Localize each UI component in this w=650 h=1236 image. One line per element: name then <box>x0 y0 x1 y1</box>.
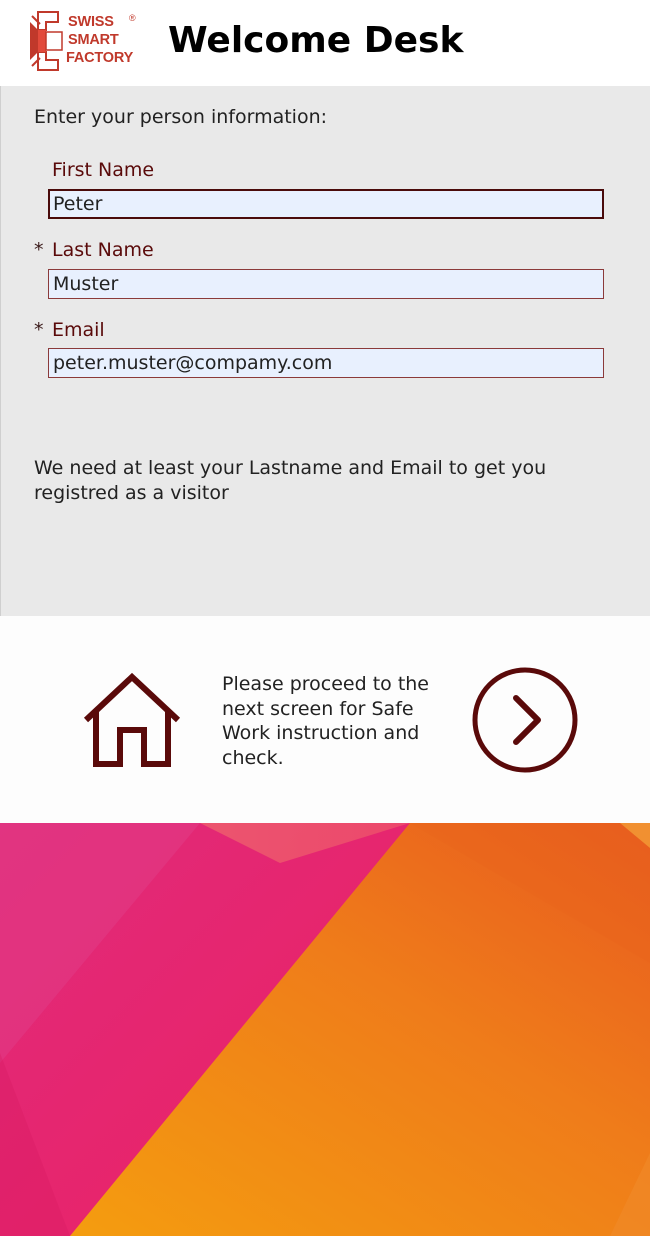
home-button[interactable] <box>80 672 184 770</box>
email-input[interactable] <box>48 348 604 378</box>
logo-line-1: SWISS <box>68 14 114 30</box>
last-name-input[interactable] <box>48 269 604 299</box>
decorative-gradient-background <box>0 823 650 1236</box>
welcome-desk-screen: SWISS SMART FACTORY ® Welcome Desk Enter… <box>0 0 650 1236</box>
last-name-label: Last Name <box>52 239 154 261</box>
first-name-label: First Name <box>52 159 155 181</box>
registration-hint-text: We need at least your Lastname and Email… <box>34 457 547 504</box>
form-intro-text: Enter your person information: <box>34 106 328 128</box>
navigation-panel: Please proceed to the next screen for Sa… <box>0 616 650 823</box>
app-header: SWISS SMART FACTORY ® Welcome Desk <box>0 0 650 86</box>
next-screen-button[interactable] <box>468 664 582 776</box>
logo-line-3: FACTORY <box>66 50 134 66</box>
first-name-input[interactable] <box>48 189 604 219</box>
page-title: Welcome Desk <box>168 20 464 61</box>
registered-mark: ® <box>129 13 136 23</box>
logo-line-2: SMART <box>68 32 119 48</box>
logo-wordmark: SWISS SMART FACTORY <box>66 13 134 67</box>
home-icon <box>83 672 181 767</box>
swiss-smart-factory-logo: SWISS SMART FACTORY ® <box>28 8 143 74</box>
email-required-mark: * <box>34 319 44 341</box>
proceed-instruction-text: Please proceed to the next screen for Sa… <box>222 673 429 769</box>
abstract-shapes-graphic <box>0 823 650 1236</box>
last-name-required-mark: * <box>34 239 44 261</box>
email-label: Email <box>52 319 105 341</box>
person-form-panel: Enter your person information: First Nam… <box>0 86 650 616</box>
chevron-right-circle-icon <box>472 667 578 773</box>
